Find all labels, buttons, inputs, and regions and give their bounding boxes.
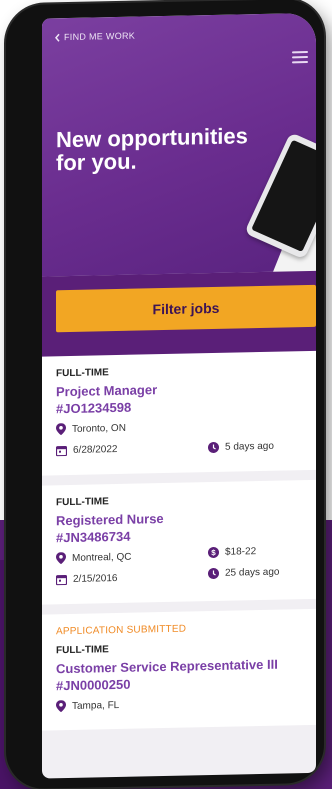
job-pay: $18-22 [225, 546, 257, 558]
job-posted: 5 days ago [225, 440, 274, 453]
job-date-row: 2/15/2016 25 days ago [56, 566, 302, 590]
svg-text:$: $ [211, 548, 216, 557]
phone-frame: FIND ME WORK New opportunities for you. … [6, 0, 324, 789]
job-type: FULL-TIME [56, 496, 109, 509]
job-location-row: Montreal, QC $ $18-22 [56, 546, 302, 568]
job-card[interactable]: FULL-TIME Project Manager #JO1234598 Tor… [42, 350, 316, 476]
job-location-row: Tampa, FL [56, 695, 302, 716]
chevron-left-icon [54, 33, 61, 42]
job-date: 6/28/2022 [73, 443, 118, 456]
job-card[interactable]: APPLICATION SUBMITTED FULL-TIME Customer… [42, 608, 316, 731]
location-pin-icon [56, 700, 66, 713]
job-date-row: 6/28/2022 5 days ago [56, 440, 302, 461]
job-type: FULL-TIME [56, 367, 109, 380]
filter-jobs-button[interactable]: Filter jobs [56, 284, 316, 333]
job-location-row: Toronto, ON [56, 418, 302, 439]
dollar-icon: $ [208, 546, 219, 558]
back-link[interactable]: FIND ME WORK [54, 31, 135, 43]
app-screen: FIND ME WORK New opportunities for you. … [42, 12, 316, 779]
job-date: 2/15/2016 [73, 572, 118, 585]
job-location: Toronto, ON [72, 422, 126, 435]
back-link-label: FIND ME WORK [64, 30, 136, 43]
status-badge: APPLICATION SUBMITTED [56, 623, 187, 638]
calendar-icon [56, 574, 67, 586]
calendar-icon [56, 445, 67, 457]
job-card[interactable]: FULL-TIME Registered Nurse #JN3486734 Mo… [42, 479, 316, 605]
hero-banner: FIND ME WORK New opportunities for you. [42, 12, 316, 287]
job-type: FULL-TIME [56, 644, 109, 657]
job-location: Tampa, FL [72, 699, 120, 712]
clock-icon [208, 567, 219, 579]
job-location: Montreal, QC [72, 551, 132, 564]
clock-icon [208, 441, 219, 453]
page-title: New opportunities for you. [56, 123, 248, 176]
location-pin-icon [56, 423, 66, 436]
job-posted: 25 days ago [225, 566, 280, 579]
location-pin-icon [56, 552, 66, 565]
hamburger-menu-icon[interactable] [292, 51, 308, 65]
job-list: FULL-TIME Project Manager #JO1234598 Tor… [42, 350, 316, 741]
